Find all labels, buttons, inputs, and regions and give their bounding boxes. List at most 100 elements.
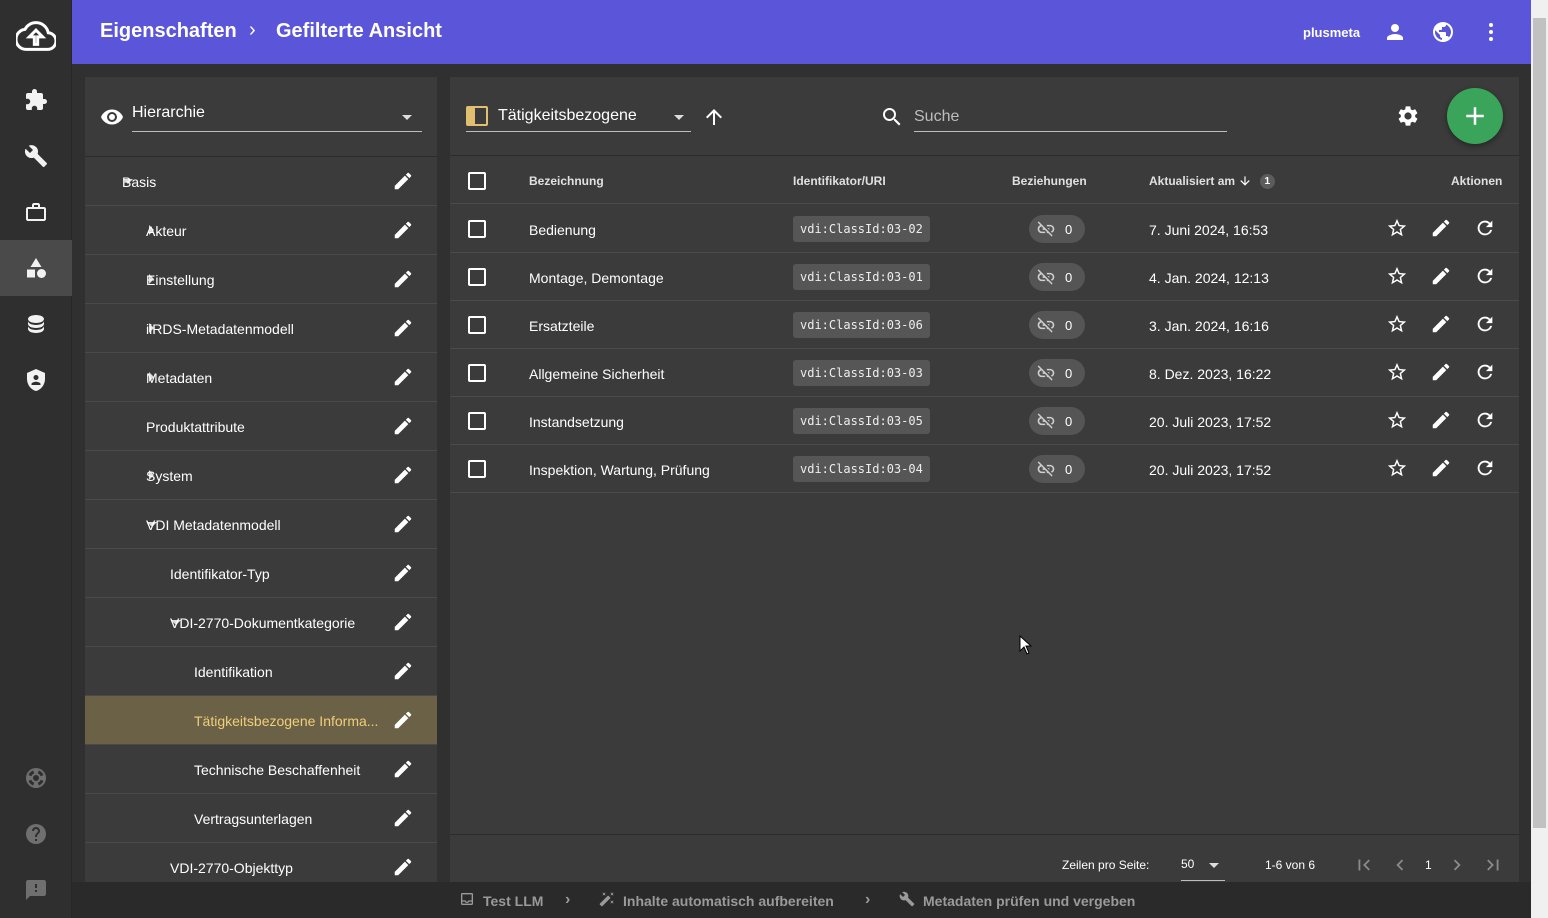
- relations-chip[interactable]: 0: [1029, 359, 1085, 387]
- database-icon[interactable]: [0, 296, 72, 352]
- tree-item[interactable]: Technische Beschaffenheit: [85, 745, 437, 794]
- edit-pencil-icon[interactable]: [392, 415, 414, 437]
- next-page-icon[interactable]: [1446, 854, 1468, 876]
- edit-pencil-icon[interactable]: [392, 709, 414, 731]
- lifebuoy-icon[interactable]: [0, 750, 72, 806]
- edit-pencil-icon[interactable]: [392, 758, 414, 780]
- star-icon[interactable]: [1386, 265, 1410, 289]
- column-header-uri[interactable]: Identifikator/URI: [793, 174, 886, 188]
- tree-item[interactable]: VDI-2770-Dokumentkategorie: [85, 598, 437, 647]
- tree-item[interactable]: Tätigkeitsbezogene Informa...: [85, 696, 437, 745]
- wrench-icon[interactable]: [0, 128, 72, 184]
- table-row[interactable]: Montage, Demontage vdi:ClassId:03-01 0 4…: [450, 253, 1519, 301]
- relations-chip[interactable]: 0: [1029, 311, 1085, 339]
- edit-pencil-icon[interactable]: [392, 660, 414, 682]
- refresh-icon[interactable]: [1474, 313, 1498, 337]
- tree-item[interactable]: VDI Metadatenmodell: [85, 500, 437, 549]
- tree-item[interactable]: Einstellung: [85, 255, 437, 304]
- refresh-icon[interactable]: [1474, 409, 1498, 433]
- edit-pencil-icon[interactable]: [1430, 313, 1454, 337]
- table-row[interactable]: Allgemeine Sicherheit vdi:ClassId:03-03 …: [450, 349, 1519, 397]
- edit-pencil-icon[interactable]: [392, 611, 414, 633]
- refresh-icon[interactable]: [1474, 217, 1498, 241]
- view-select[interactable]: Hierarchie: [132, 104, 422, 132]
- feedback-icon[interactable]: [0, 862, 72, 918]
- edit-pencil-icon[interactable]: [392, 562, 414, 584]
- workflow-step-1[interactable]: Test LLM: [483, 893, 543, 909]
- refresh-icon[interactable]: [1474, 457, 1498, 481]
- edit-pencil-icon[interactable]: [392, 268, 414, 290]
- briefcase-icon[interactable]: [0, 184, 72, 240]
- column-header-relations[interactable]: Beziehungen: [1012, 174, 1087, 188]
- star-icon[interactable]: [1386, 457, 1410, 481]
- row-checkbox[interactable]: [468, 316, 486, 334]
- first-page-icon[interactable]: [1353, 854, 1375, 876]
- more-vert-icon[interactable]: [1479, 20, 1503, 44]
- edit-pencil-icon[interactable]: [392, 366, 414, 388]
- search-input[interactable]: Suche: [914, 104, 1227, 132]
- star-icon[interactable]: [1386, 409, 1410, 433]
- relations-chip[interactable]: 0: [1029, 407, 1085, 435]
- tree-item[interactable]: Metadaten: [85, 353, 437, 402]
- gear-icon[interactable]: [1396, 104, 1420, 128]
- row-checkbox[interactable]: [468, 364, 486, 382]
- shield-icon[interactable]: [0, 352, 72, 408]
- star-icon[interactable]: [1386, 217, 1410, 241]
- tree-item[interactable]: Basis: [85, 157, 437, 206]
- tree-item[interactable]: Akteur: [85, 206, 437, 255]
- tree-item[interactable]: VDI-2770-Objekttyp: [85, 843, 437, 882]
- edit-pencil-icon[interactable]: [392, 464, 414, 486]
- column-header-name[interactable]: Bezeichnung: [529, 174, 604, 188]
- table-row[interactable]: Ersatzteile vdi:ClassId:03-06 0 3. Jan. …: [450, 301, 1519, 349]
- page-scrollbar-thumb[interactable]: [1533, 18, 1546, 828]
- tree-item[interactable]: Produktattribute: [85, 402, 437, 451]
- globe-icon[interactable]: [1431, 20, 1455, 44]
- edit-pencil-icon[interactable]: [392, 219, 414, 241]
- tree-item[interactable]: iiRDS-Metadatenmodell: [85, 304, 437, 353]
- row-checkbox[interactable]: [468, 460, 486, 478]
- filter-select[interactable]: Tätigkeitsbezogene: [466, 104, 691, 132]
- tree-item[interactable]: Vertragsunterlagen: [85, 794, 437, 843]
- workflow-step-3[interactable]: Metadaten prüfen und vergeben: [923, 893, 1135, 909]
- tree-item[interactable]: System: [85, 451, 437, 500]
- edit-pencil-icon[interactable]: [392, 513, 414, 535]
- edit-pencil-icon[interactable]: [392, 807, 414, 829]
- edit-pencil-icon[interactable]: [392, 170, 414, 192]
- tree-item[interactable]: Identifikator-Typ: [85, 549, 437, 598]
- select-all-checkbox[interactable]: [468, 172, 486, 190]
- table-row[interactable]: Bedienung vdi:ClassId:03-02 0 7. Juni 20…: [450, 205, 1519, 253]
- sort-arrow-up-icon[interactable]: [702, 105, 726, 129]
- edit-pencil-icon[interactable]: [1430, 217, 1454, 241]
- edit-pencil-icon[interactable]: [392, 317, 414, 339]
- table-row[interactable]: Inspektion, Wartung, Prüfung vdi:ClassId…: [450, 445, 1519, 493]
- shapes-icon[interactable]: [0, 240, 72, 296]
- edit-pencil-icon[interactable]: [392, 856, 414, 878]
- help-icon[interactable]: [0, 806, 72, 862]
- relations-chip[interactable]: 0: [1029, 263, 1085, 291]
- star-icon[interactable]: [1386, 313, 1410, 337]
- previous-page-icon[interactable]: [1389, 854, 1411, 876]
- account-icon[interactable]: [1383, 20, 1407, 44]
- cloud-upload-icon[interactable]: [0, 8, 72, 64]
- refresh-icon[interactable]: [1474, 265, 1498, 289]
- breadcrumb-root[interactable]: Eigenschaften: [100, 20, 237, 43]
- last-page-icon[interactable]: [1482, 854, 1504, 876]
- puzzle-icon[interactable]: [0, 72, 72, 128]
- rows-per-page-select[interactable]: 50: [1181, 853, 1225, 881]
- star-icon[interactable]: [1386, 361, 1410, 385]
- edit-pencil-icon[interactable]: [1430, 265, 1454, 289]
- column-header-updated[interactable]: Aktualisiert am 1: [1149, 174, 1275, 189]
- edit-pencil-icon[interactable]: [1430, 409, 1454, 433]
- relations-chip[interactable]: 0: [1029, 455, 1085, 483]
- refresh-icon[interactable]: [1474, 361, 1498, 385]
- workflow-step-2[interactable]: Inhalte automatisch aufbereiten: [623, 893, 834, 909]
- row-checkbox[interactable]: [468, 268, 486, 286]
- add-button[interactable]: [1447, 88, 1503, 144]
- row-checkbox[interactable]: [468, 220, 486, 238]
- row-checkbox[interactable]: [468, 412, 486, 430]
- relations-chip[interactable]: 0: [1029, 215, 1085, 243]
- tree-item[interactable]: Identifikation: [85, 647, 437, 696]
- edit-pencil-icon[interactable]: [1430, 361, 1454, 385]
- edit-pencil-icon[interactable]: [1430, 457, 1454, 481]
- table-row[interactable]: Instandsetzung vdi:ClassId:03-05 0 20. J…: [450, 397, 1519, 445]
